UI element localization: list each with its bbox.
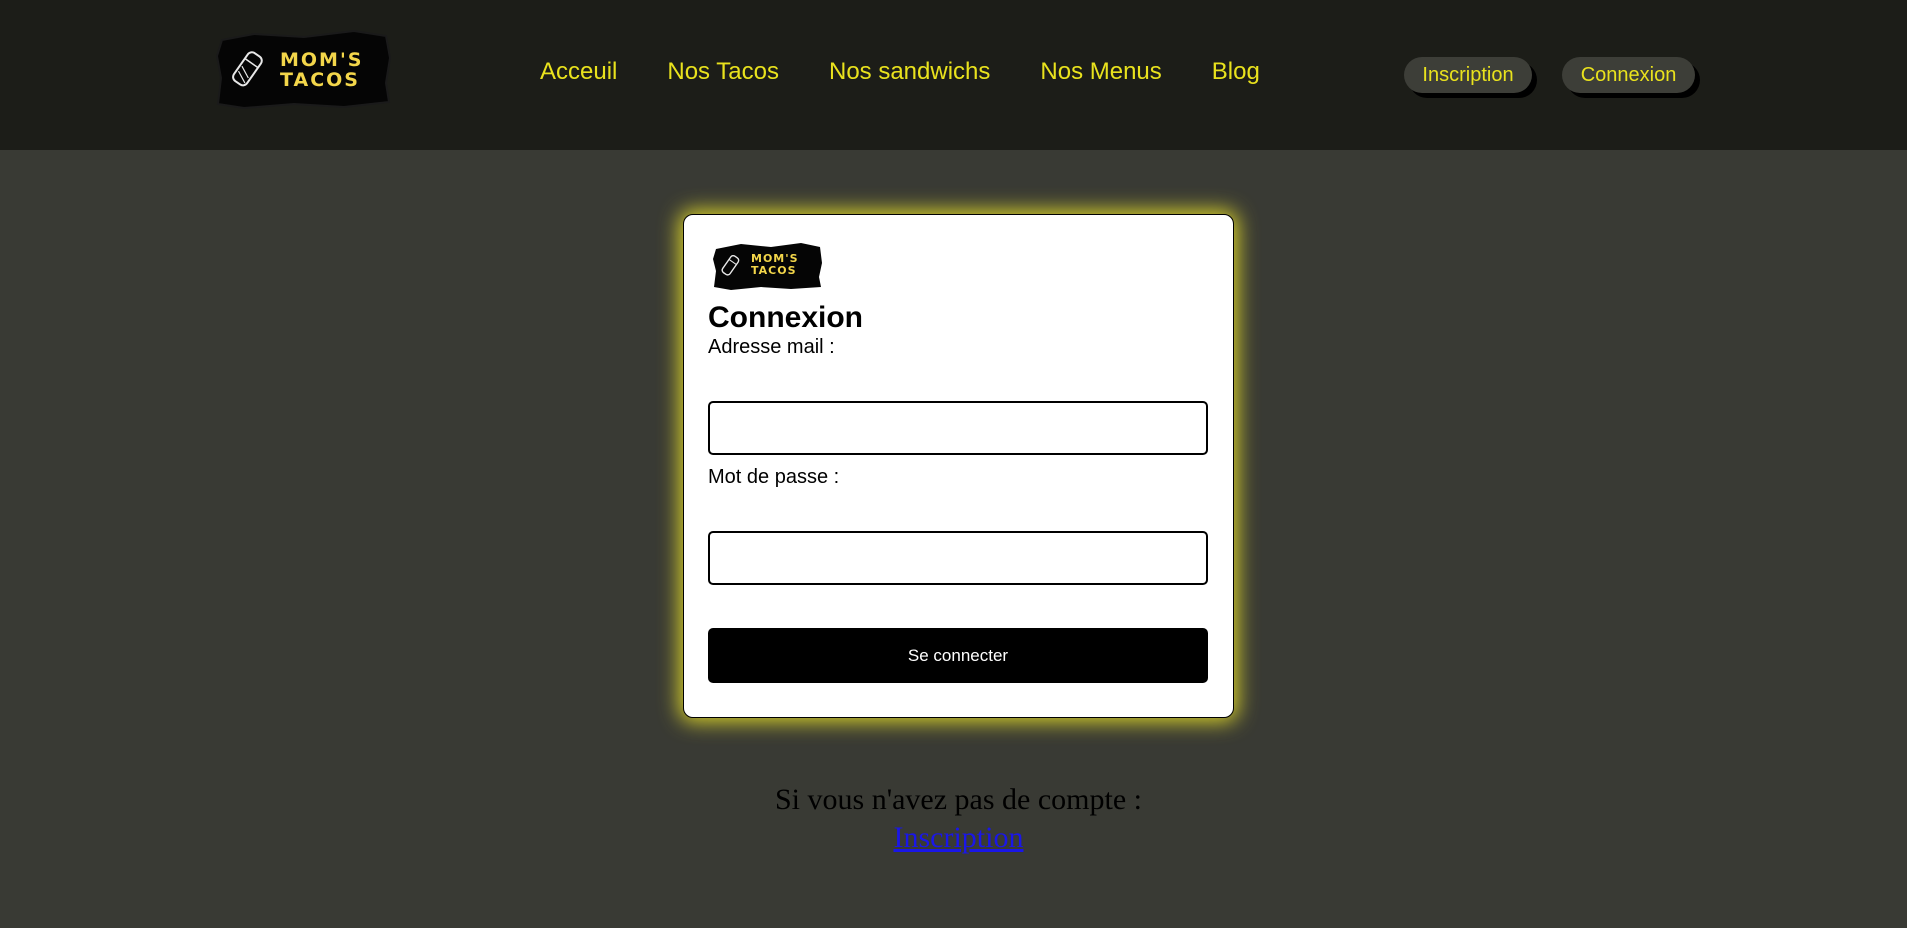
- logo-text-line2: TACOS: [280, 69, 360, 91]
- email-field[interactable]: [708, 401, 1208, 455]
- logo-text: MOM'S TACOS: [280, 50, 363, 90]
- signup-prompt-text: Si vous n'avez pas de compte :: [775, 783, 1142, 816]
- password-label: Mot de passe :: [708, 466, 840, 488]
- nav-link-nos-tacos[interactable]: Nos Tacos: [667, 58, 779, 86]
- header-inscription-button[interactable]: Inscription: [1404, 57, 1532, 93]
- nav-link-acceuil[interactable]: Acceuil: [540, 58, 617, 86]
- nav-link-nos-sandwichs[interactable]: Nos sandwichs: [829, 58, 990, 86]
- login-card: MOM'S TACOS Connexion Adresse mail : Mot…: [683, 214, 1234, 718]
- nav-link-blog[interactable]: Blog: [1212, 58, 1260, 86]
- email-label: Adresse mail :: [708, 336, 835, 358]
- signup-prompt-block: Si vous n'avez pas de compte : Inscripti…: [0, 781, 1907, 857]
- header-connexion-button[interactable]: Connexion: [1562, 57, 1695, 93]
- card-logo: MOM'S TACOS: [711, 241, 823, 291]
- signup-link[interactable]: Inscription: [894, 821, 1024, 854]
- site-logo[interactable]: MOM'S TACOS: [214, 28, 392, 110]
- site-header: MOM'S TACOS Acceuil Nos Tacos Nos sandwi…: [0, 0, 1907, 150]
- password-field[interactable]: [708, 531, 1208, 585]
- main-nav: Acceuil Nos Tacos Nos sandwichs Nos Menu…: [540, 58, 1260, 86]
- login-title: Connexion: [708, 301, 863, 334]
- card-logo-text-line2: TACOS: [751, 264, 797, 277]
- nav-link-nos-menus[interactable]: Nos Menus: [1040, 58, 1161, 86]
- card-logo-text: MOM'S TACOS: [751, 253, 799, 277]
- logo-text-line1: MOM'S: [280, 49, 364, 71]
- login-submit-button[interactable]: Se connecter: [708, 628, 1208, 683]
